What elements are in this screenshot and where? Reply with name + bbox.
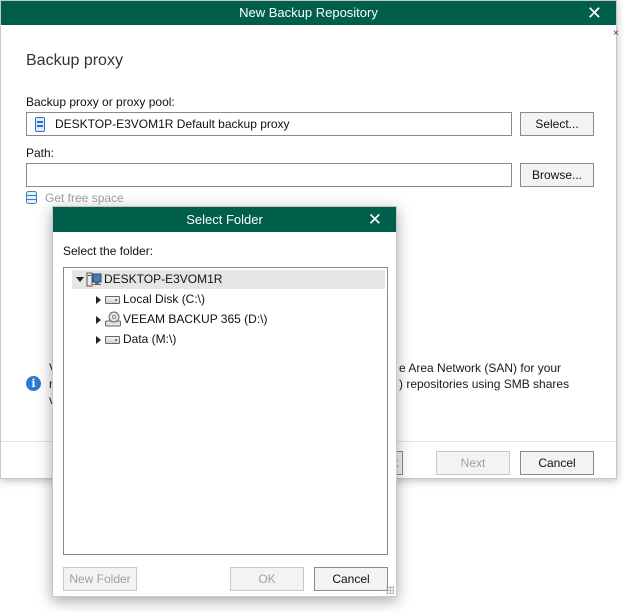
select-proxy-button[interactable]: Select...	[520, 112, 594, 136]
cancel-button[interactable]: Cancel	[520, 451, 594, 475]
tree-node-data-m[interactable]: Data (M:\)	[72, 330, 385, 349]
dialog-close-icon[interactable]: ✕	[368, 207, 382, 232]
tree-node-label: VEEAM BACKUP 365 (D:\)	[123, 312, 268, 326]
ok-button[interactable]: OK	[230, 567, 304, 591]
background-window-edge: ×	[613, 28, 619, 39]
expand-icon[interactable]	[96, 336, 101, 344]
page-title: Backup proxy	[26, 52, 123, 69]
tree-node-label: Local Disk (C:\)	[123, 292, 206, 306]
info-text-right-2: ) repositories using SMB shares	[399, 377, 570, 391]
select-folder-prompt: Select the folder:	[63, 244, 154, 258]
info-text-right-1: e Area Network (SAN) for your	[399, 361, 562, 375]
tree-node-label: Data (M:\)	[123, 332, 177, 346]
dialog-title-bar: Select Folder	[53, 207, 396, 232]
path-input[interactable]	[26, 163, 512, 187]
window-close-icon[interactable]: ✕	[587, 1, 602, 25]
new-folder-button[interactable]: New Folder	[63, 567, 137, 591]
info-icon: i	[26, 376, 41, 391]
window-title: New Backup Repository	[239, 5, 378, 20]
hard-disk-icon	[105, 336, 120, 344]
tree-node-root[interactable]: DESKTOP-E3VOM1R	[72, 270, 385, 289]
tree-node-veeam-backup-d[interactable]: VEEAM BACKUP 365 (D:\)	[72, 310, 385, 329]
window-title-bar: New Backup Repository	[1, 1, 616, 25]
expand-icon[interactable]	[96, 316, 101, 324]
browse-button[interactable]: Browse...	[520, 163, 594, 187]
cd-drive-icon	[105, 311, 121, 327]
dialog-cancel-button[interactable]: Cancel	[314, 567, 388, 591]
computer-icon	[86, 272, 102, 287]
tree-node-root-label: DESKTOP-E3VOM1R	[104, 272, 223, 286]
next-button[interactable]: Next	[436, 451, 510, 475]
resize-grip-icon[interactable]	[386, 586, 394, 594]
collapse-icon[interactable]	[76, 277, 84, 282]
server-icon	[35, 117, 45, 132]
path-label: Path:	[26, 146, 55, 160]
dialog-title: Select Folder	[186, 212, 263, 227]
expand-icon[interactable]	[96, 296, 101, 304]
tree-node-local-disk-c[interactable]: Local Disk (C:\)	[72, 290, 385, 309]
proxy-field-value: DESKTOP-E3VOM1R Default backup proxy	[55, 117, 290, 131]
database-icon	[26, 191, 37, 204]
hard-disk-icon	[105, 296, 120, 304]
proxy-label: Backup proxy or proxy pool:	[26, 95, 175, 109]
folder-tree[interactable]: DESKTOP-E3VOM1R Local Disk (C:\) VEEAM B…	[63, 267, 388, 555]
select-folder-dialog: Select Folder ✕ Select the folder: DESKT…	[52, 206, 397, 597]
get-free-space-link[interactable]: Get free space	[45, 191, 124, 205]
proxy-field[interactable]: DESKTOP-E3VOM1R Default backup proxy	[26, 112, 512, 136]
